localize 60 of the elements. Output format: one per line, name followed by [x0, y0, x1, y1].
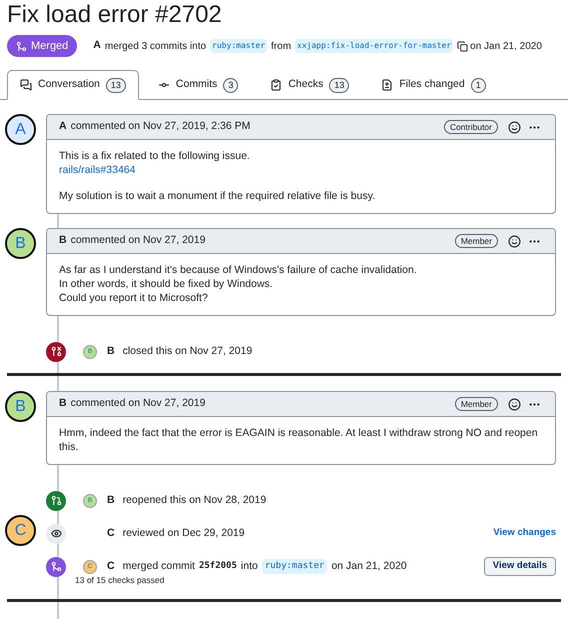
merge-icon: [16, 40, 27, 52]
branch-label[interactable]: ruby:master: [262, 558, 328, 574]
checks-summary: 13 of 15 checks passed: [75, 574, 166, 587]
event-text: on Jan 21, 2020: [470, 40, 542, 54]
comment-author[interactable]: A: [59, 119, 67, 135]
event-text: into: [240, 558, 258, 574]
comment-text: Could you report it to Microsoft?: [59, 291, 209, 305]
speech-bubbles-icon: [20, 79, 32, 91]
tab-count: 1: [470, 78, 486, 92]
tab[interactable]: Conversation 13: [7, 70, 139, 100]
event-text: from: [271, 40, 292, 54]
comment-author[interactable]: B: [59, 396, 67, 412]
branch-label[interactable]: xxjapp:fix-load-error-for-master: [295, 39, 454, 53]
comment-text: Hmm, indeed the fact that the error is EAGAIN is reasonable. At least I withdraw strong NO and reopen this.: [59, 426, 539, 454]
emoji-icon[interactable]: [508, 120, 521, 134]
event-author[interactable]: C: [107, 526, 115, 542]
comment-text: In other words, it should be fixed by Windows.: [59, 277, 274, 291]
tab[interactable]: Commits 3: [144, 70, 252, 100]
checklist-icon: [270, 79, 282, 91]
comment-meta: commented on Nov 27, 2019: [70, 233, 206, 248]
tab[interactable]: Checks 13: [257, 70, 362, 100]
pull-request-title: Fix load error #2702: [6, 0, 223, 29]
event-author[interactable]: B: [107, 492, 115, 508]
tab-count: 13: [329, 78, 350, 92]
event-text: closed this on Nov 27, 2019: [122, 344, 252, 359]
merge-author[interactable]: A: [93, 38, 101, 54]
status-badge: Merged: [7, 35, 78, 57]
issue-link[interactable]: rails/rails#33464: [59, 163, 136, 177]
role-label: Member: [454, 397, 498, 411]
commit-sha[interactable]: 25f2005: [198, 560, 237, 574]
emoji-icon[interactable]: [508, 398, 521, 410]
copy-icon[interactable]: [457, 40, 468, 52]
comment-text: This is a fix related to the following issue.: [59, 149, 251, 163]
merge-icon: [46, 556, 66, 576]
comment-meta: commented on Nov 27, 2019: [70, 396, 206, 412]
comment-text: As far as I understand it's because of Windows's failure of cache invalidation.: [59, 263, 418, 277]
comment-author[interactable]: B: [59, 233, 67, 249]
eye-icon: [46, 524, 66, 544]
event-text: merged 3 commits into: [104, 40, 206, 54]
event-text: merged commit: [122, 558, 195, 574]
view-changes-link[interactable]: View changes: [493, 526, 556, 541]
event-text: reopened this on Nov 28, 2019: [122, 492, 266, 508]
role-label: Member: [454, 234, 498, 248]
view-details-button[interactable]: View details: [484, 557, 556, 576]
user-avatar[interactable]: A: [5, 114, 36, 145]
event-author[interactable]: C: [107, 558, 115, 574]
tab-count: 13: [106, 78, 126, 92]
event-text: reviewed on Dec 29, 2019: [122, 526, 245, 541]
tab[interactable]: Files changed 1: [368, 70, 499, 100]
event-author[interactable]: B: [107, 344, 115, 360]
emoji-icon[interactable]: [508, 234, 521, 248]
pull-request-icon: [46, 490, 66, 510]
file-diff-icon: [381, 79, 394, 91]
tab-count: 3: [223, 78, 238, 92]
branch-label[interactable]: ruby:master: [210, 39, 268, 53]
event-text: on Jan 21, 2020: [331, 558, 407, 574]
closed-pull-request-icon: [46, 342, 66, 362]
comment-meta: commented on Nov 27, 2019, 2:36 PM: [70, 119, 252, 134]
comment-text: My solution is to wait a monument if the required relative file is busy.: [59, 189, 376, 203]
role-label: Contributor: [444, 120, 498, 134]
